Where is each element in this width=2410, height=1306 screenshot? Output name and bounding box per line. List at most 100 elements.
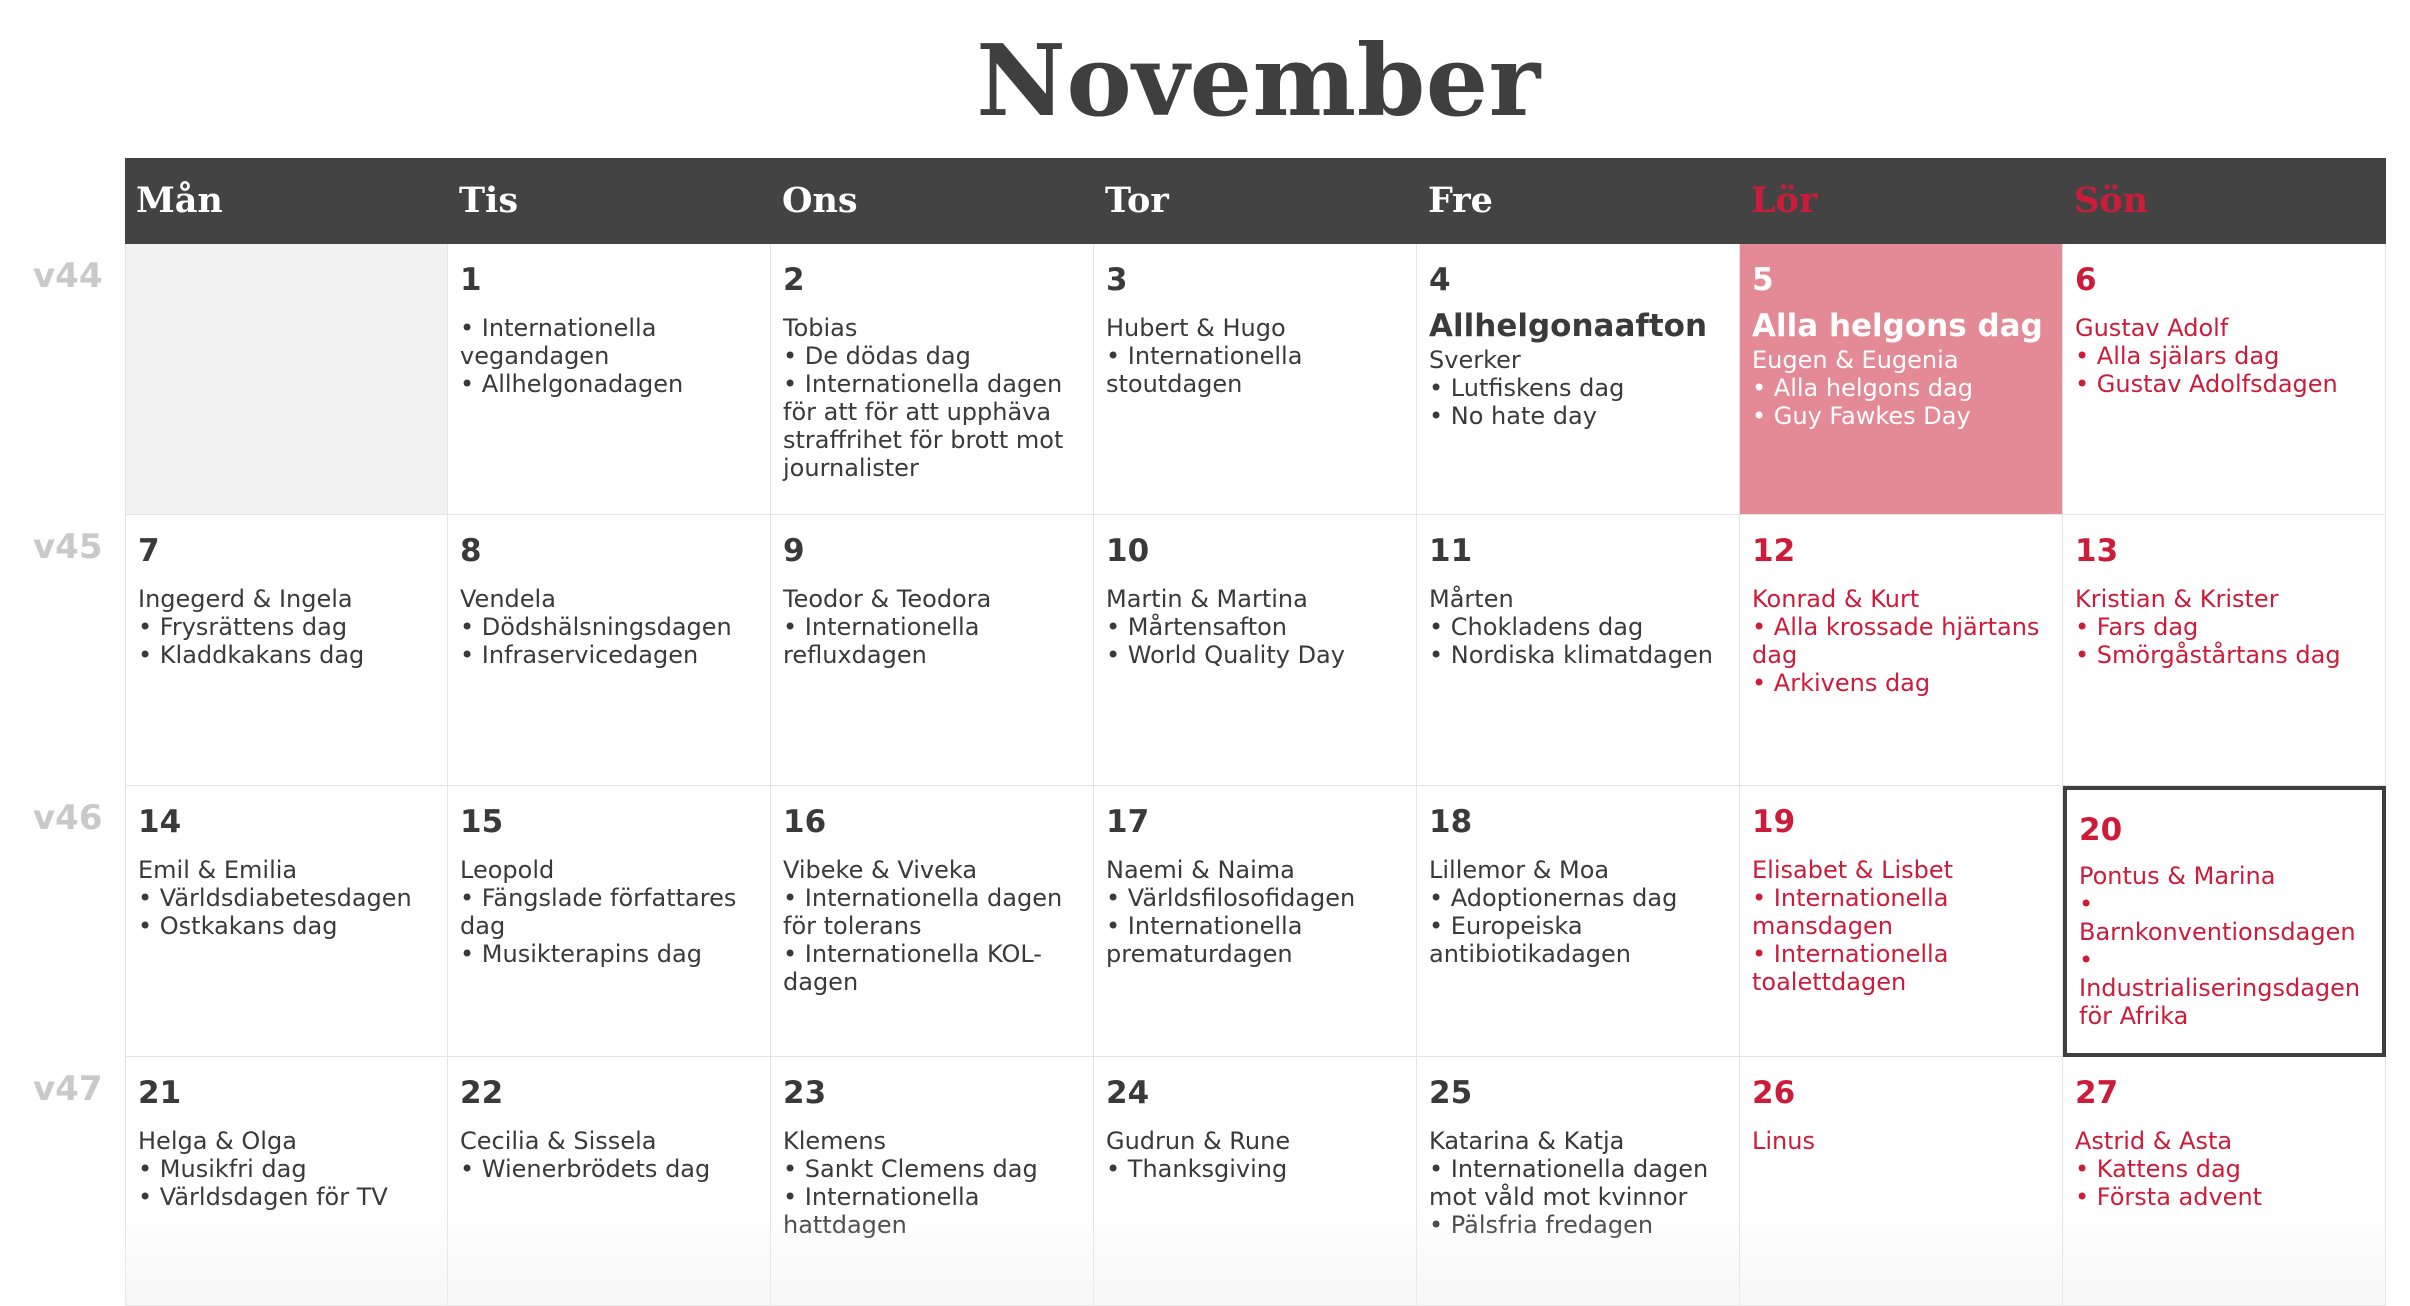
- name-day: Gustav Adolf: [2075, 314, 2229, 342]
- day-cell[interactable]: 15 Leopold • Fängslade författares dag • Mu…: [448, 786, 771, 1057]
- name-day: Hubert & Hugo: [1106, 314, 1286, 342]
- event-item: • Internationella vegandagen: [460, 314, 657, 370]
- week-number-label: v46: [33, 798, 103, 838]
- day-cell[interactable]: 27 Astrid & Asta • Kattens dag • Första adv…: [2063, 1057, 2386, 1306]
- name-day: Leopold: [460, 856, 555, 884]
- name-day: Elisabet & Lisbet: [1752, 856, 1954, 884]
- name-day: Eugen & Eugenia: [1752, 346, 1959, 374]
- holiday-title: Alla helgons dag: [1752, 308, 2043, 344]
- day-number: 17: [1106, 804, 1150, 840]
- day-cell[interactable]: 7 Ingegerd & Ingela • Frysrättens dag • Kla…: [125, 515, 448, 786]
- name-day: Vibeke & Viveka: [783, 856, 978, 884]
- event-item: • Ostkakans dag: [138, 912, 338, 940]
- name-day: Sverker: [1429, 346, 1521, 374]
- day-number: 2: [783, 262, 805, 298]
- day-number: 6: [2075, 262, 2097, 298]
- day-cell[interactable]: 14 Emil & Emilia • Världsdiabetesdagen • Os…: [125, 786, 448, 1057]
- event-item: • Thanksgiving: [1106, 1155, 1288, 1183]
- day-cell[interactable]: 6 Gustav Adolf • Alla själars dag • Gustav …: [2063, 244, 2386, 515]
- day-number: 26: [1752, 1075, 1796, 1111]
- day-number: 24: [1106, 1075, 1150, 1111]
- name-day: Kristian & Krister: [2075, 585, 2279, 613]
- day-cell[interactable]: 3 Hubert & Hugo • Internationella stoutdag…: [1094, 244, 1417, 515]
- event-item: • Sankt Clemens dag: [783, 1155, 1038, 1183]
- day-number: 20: [2079, 812, 2123, 848]
- event-item: • Internationella hattdagen: [783, 1183, 980, 1239]
- day-number: 22: [460, 1075, 504, 1111]
- day-number: 18: [1429, 804, 1473, 840]
- event-item: • Wienerbrödets dag: [460, 1155, 711, 1183]
- event-item: • Kladdkakans dag: [138, 641, 365, 669]
- day-cell[interactable]: 11 Mårten • Chokladens dag • Nordiska klima…: [1417, 515, 1740, 786]
- weekday-header-0: Mån: [136, 180, 223, 221]
- day-number: 21: [138, 1075, 182, 1111]
- day-cell[interactable]: 24 Gudrun & Rune • Thanksgiving: [1094, 1057, 1417, 1306]
- weekday-header-4: Fre: [1428, 180, 1493, 221]
- day-number: 19: [1752, 804, 1796, 840]
- event-item: • Fars dag: [2075, 613, 2199, 641]
- day-number: 8: [460, 533, 482, 569]
- day-cell[interactable]: 18 Lillemor & Moa • Adoptionernas dag • Eur…: [1417, 786, 1740, 1057]
- day-cell-today[interactable]: 20 Pontus & Marina • Barnkonventionsdagen •…: [2063, 786, 2386, 1057]
- event-item: • Internationella dagen för att för att …: [783, 370, 1064, 482]
- weekday-header-3: Tor: [1105, 180, 1169, 221]
- weekday-header-1: Tis: [459, 180, 519, 221]
- name-day: Lillemor & Moa: [1429, 856, 1610, 884]
- name-day: Katarina & Katja: [1429, 1127, 1625, 1155]
- day-cell[interactable]: 23 Klemens • Sankt Clemens dag • Internatio…: [771, 1057, 1094, 1306]
- day-cell[interactable]: 16 Vibeke & Viveka • Internationella dagen…: [771, 786, 1094, 1057]
- name-day: Martin & Martina: [1106, 585, 1308, 613]
- name-day: Ingegerd & Ingela: [138, 585, 353, 613]
- day-cell[interactable]: 22 Cecilia & Sissela • Wienerbrödets dag: [448, 1057, 771, 1306]
- event-item: • Internationella refluxdagen: [783, 613, 980, 669]
- day-number: 12: [1752, 533, 1796, 569]
- day-cell[interactable]: 12 Konrad & Kurt • Alla krossade hjärtans …: [1740, 515, 2063, 786]
- event-item: • Lutfiskens dag: [1429, 374, 1625, 402]
- day-number: 23: [783, 1075, 827, 1111]
- event-item: • Internationella toalettdagen: [1752, 940, 1949, 996]
- day-cell[interactable]: 25 Katarina & Katja • Internationella dage…: [1417, 1057, 1740, 1306]
- name-day: Astrid & Asta: [2075, 1127, 2233, 1155]
- name-day: Konrad & Kurt: [1752, 585, 1920, 613]
- day-number: 27: [2075, 1075, 2119, 1111]
- day-number: 3: [1106, 262, 1128, 298]
- event-item: • Musikfri dag: [138, 1155, 307, 1183]
- day-cell[interactable]: 17 Naemi & Naima • Världsfilosofidagen • In…: [1094, 786, 1417, 1057]
- empty-day-cell: [125, 244, 448, 515]
- day-cell[interactable]: 5 Alla helgons dag Eugen & Eugenia • Alla h…: [1740, 244, 2063, 515]
- name-day: Tobias: [783, 314, 858, 342]
- event-item: • Europeiska antibiotikadagen: [1429, 912, 1631, 968]
- day-cell[interactable]: 26 Linus: [1740, 1057, 2063, 1306]
- day-number: 15: [460, 804, 504, 840]
- event-item: • Internationella dagen för tolerans: [783, 884, 1063, 940]
- day-number: 5: [1752, 262, 1774, 298]
- day-number: 14: [138, 804, 182, 840]
- event-item: • Pälsfria fredagen: [1429, 1211, 1654, 1239]
- day-cell[interactable]: 19 Elisabet & Lisbet • Internationella man…: [1740, 786, 2063, 1057]
- event-item: • Internationella prematurdagen: [1106, 912, 1303, 968]
- day-number: 9: [783, 533, 805, 569]
- day-cell[interactable]: 4 Allhelgonaafton Sverker • Lutfiskens dag •…: [1417, 244, 1740, 515]
- event-item: • Internationella mansdagen: [1752, 884, 1949, 940]
- name-day: Teodor & Teodora: [783, 585, 992, 613]
- day-cell[interactable]: 1 • Internationella vegandagen • Allhelgon…: [448, 244, 771, 515]
- event-item: • Adoptionernas dag: [1429, 884, 1678, 912]
- day-cell[interactable]: 2 Tobias • De dödas dag • Internationella d…: [771, 244, 1094, 515]
- day-cell[interactable]: 21 Helga & Olga • Musikfri dag • Världsdage…: [125, 1057, 448, 1306]
- day-number: 1: [460, 262, 482, 298]
- day-cell[interactable]: 9 Teodor & Teodora • Internationella reflu…: [771, 515, 1094, 786]
- event-item: • Arkivens dag: [1752, 669, 1931, 697]
- day-cell[interactable]: 8 Vendela • Dödshälsningsdagen • Infraservi…: [448, 515, 771, 786]
- weekday-header-5: Lör: [1751, 180, 1818, 221]
- event-item: • Allhelgonadagen: [460, 370, 684, 398]
- event-item: • Chokladens dag: [1429, 613, 1644, 641]
- event-item: • Guy Fawkes Day: [1752, 402, 1971, 430]
- weekday-header-2: Ons: [782, 180, 858, 221]
- event-item: • Nordiska klimatdagen: [1429, 641, 1713, 669]
- name-day: Gudrun & Rune: [1106, 1127, 1291, 1155]
- event-item: • Infraservicedagen: [460, 641, 699, 669]
- day-cell[interactable]: 10 Martin & Martina • Mårtensafton • World …: [1094, 515, 1417, 786]
- day-cell[interactable]: 13 Kristian & Krister • Fars dag • Smörgåst…: [2063, 515, 2386, 786]
- day-number: 7: [138, 533, 160, 569]
- day-number: 25: [1429, 1075, 1473, 1111]
